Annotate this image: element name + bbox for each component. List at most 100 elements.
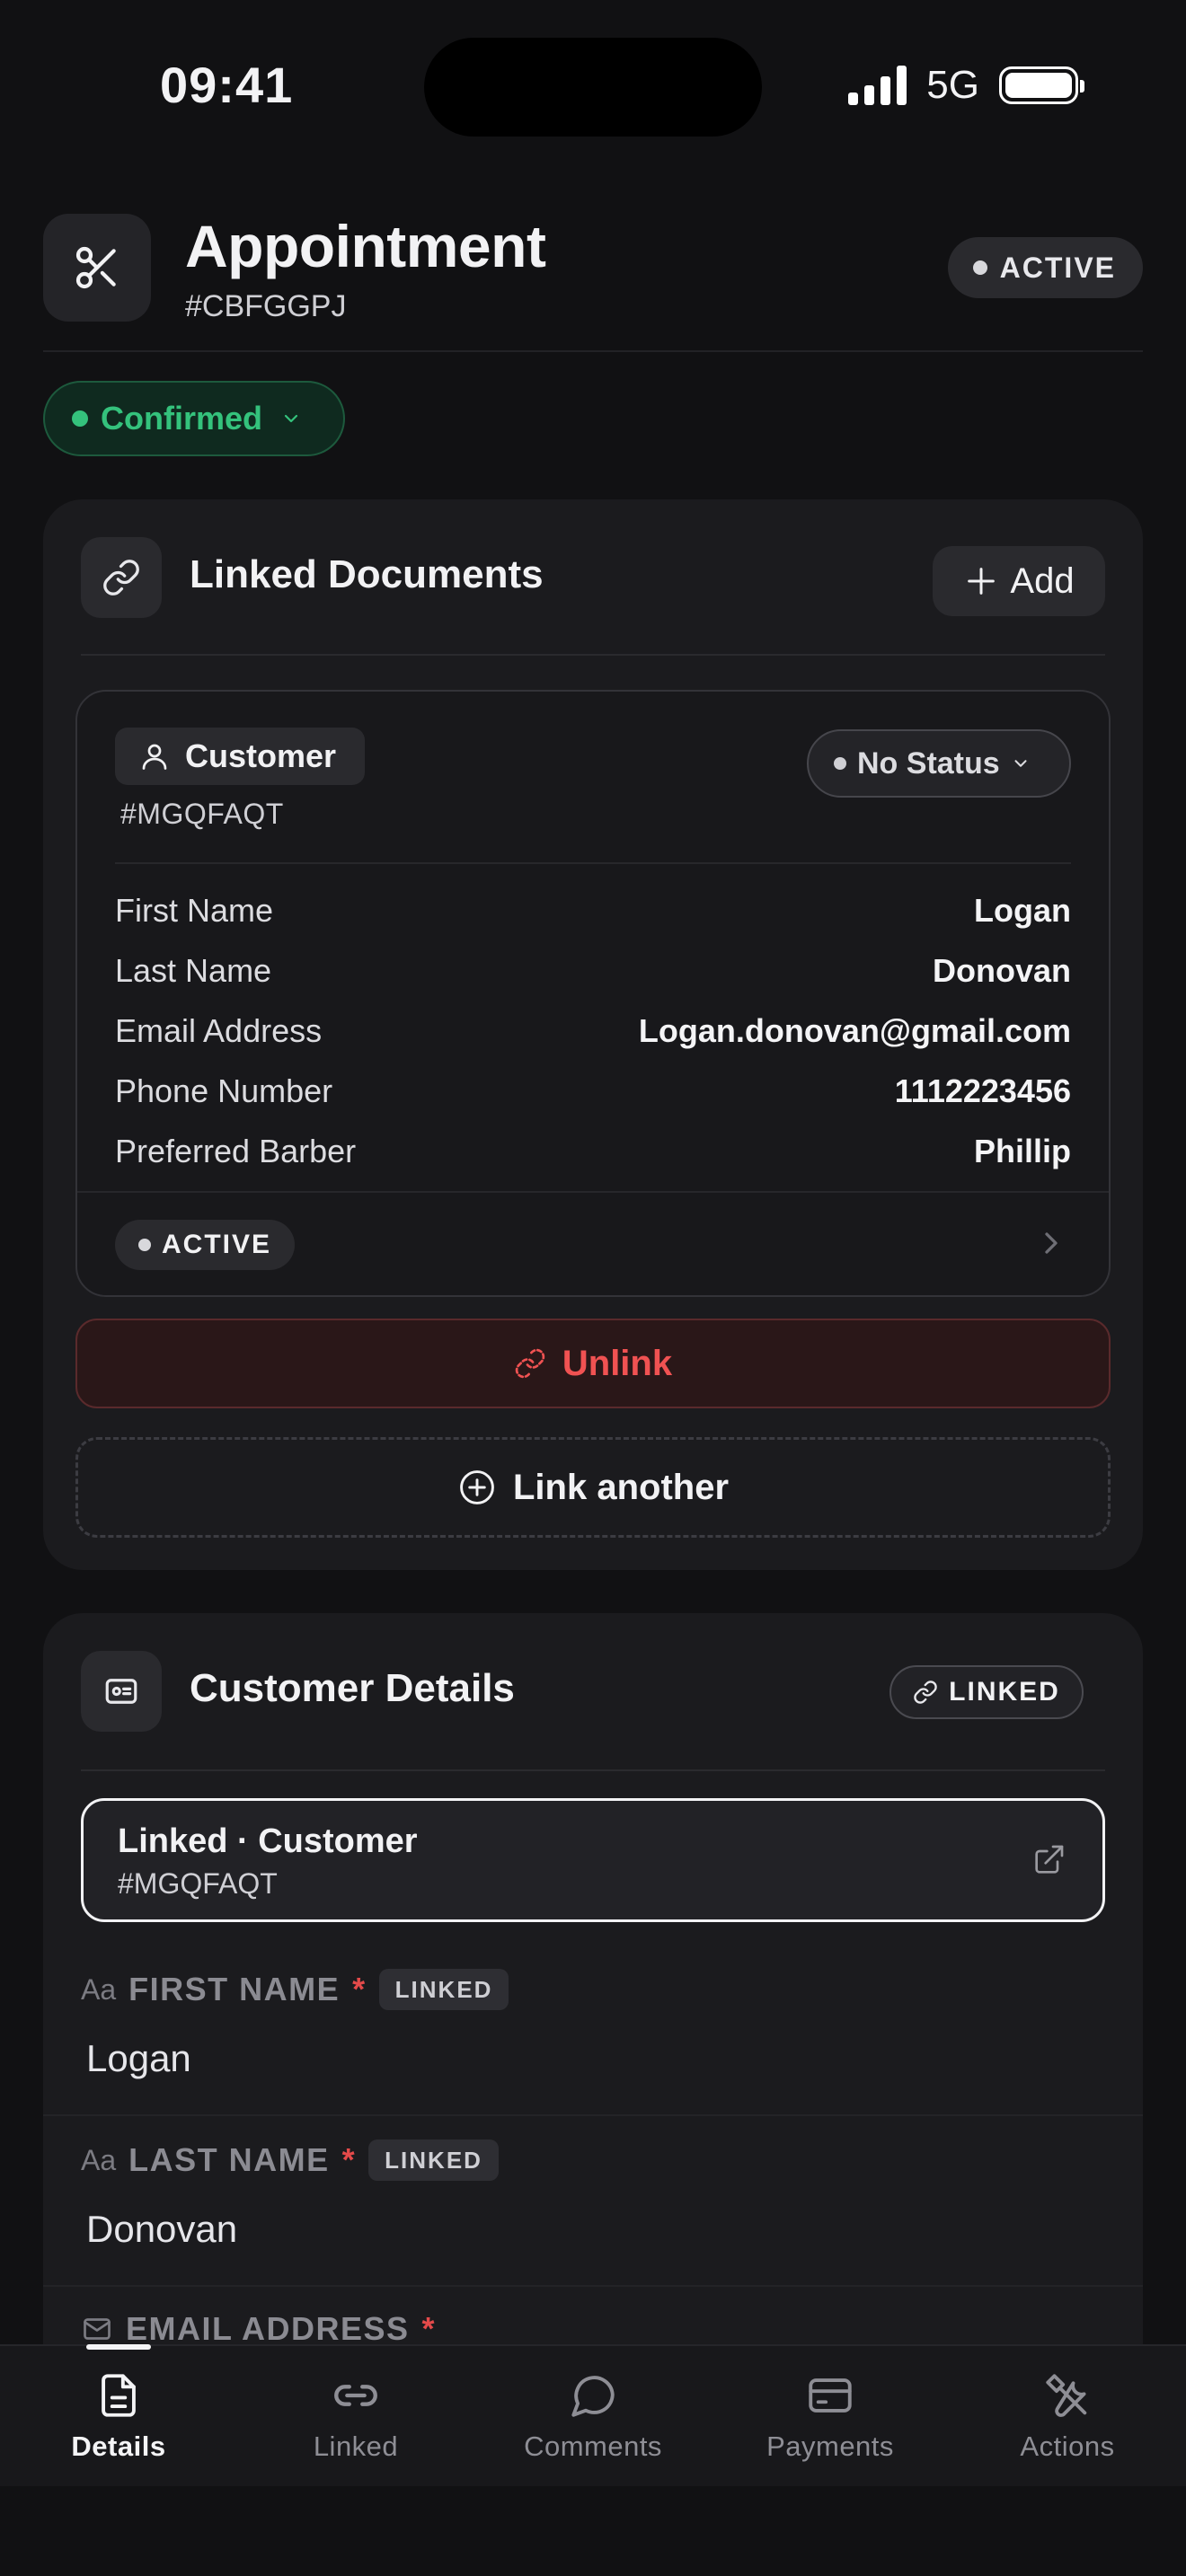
tab-details[interactable]: Details [0,2344,237,2488]
signal-icon [848,66,907,105]
mail-icon [84,2318,111,2340]
tab-label: Payments [766,2430,894,2462]
active-tab-indicator [86,2344,151,2350]
tab-label: Comments [524,2430,662,2462]
linked-customer-title: Linked · Customer [118,1822,418,1860]
document-id: #MGQFAQT [120,798,284,830]
linked-customer-id: #MGQFAQT [118,1867,278,1900]
unlink-label: Unlink [562,1343,673,1383]
status-badge: ACTIVE [947,237,1143,298]
link-icon [914,1681,937,1704]
linked-customer-link[interactable]: Linked · Customer #MGQFAQT [81,1798,1105,1922]
stage-dot [72,410,88,427]
stage-dropdown[interactable]: Confirmed [43,381,345,456]
linked-documents-title: Linked Documents [190,552,544,596]
linked-badge: LINKED [890,1665,1084,1719]
document-fields: First Name Logan Last Name Donovan Email A… [115,862,1071,1181]
chat-icon [571,2376,615,2417]
page-title: Appointment [185,213,546,279]
record-header: Appointment #CBFGGPJ ACTIVE [43,212,1143,352]
field-value: Logan.donovan@gmail.com [638,1011,1071,1049]
tab-payments[interactable]: Payments [712,2346,949,2488]
first-name-label: Aa FIRST NAME * LINKED [81,1969,509,2010]
document-status-dot [834,757,846,770]
field-label-text: EMAIL ADDRESS [126,2310,410,2347]
document-active-badge: ACTIVE [115,1220,295,1270]
linked-badge-label: LINKED [949,1677,1060,1707]
card-divider [81,1769,1105,1771]
home-indicator-area [0,2486,1186,2576]
id-card-icon [81,1651,162,1732]
stage-label: Confirmed [101,400,262,437]
card-icon [809,2378,852,2413]
linked-documents-card: Linked Documents Add Customer #MGQFAQT N… [43,499,1143,1570]
chevron-down-icon [284,414,298,423]
field-row: Preferred Barber Phillip [115,1121,1071,1181]
required-marker: * [352,1971,367,2007]
text-type-icon: Aa [81,1972,117,2006]
network-label: 5G [926,63,979,107]
document-icon [102,2374,136,2417]
add-button[interactable]: Add [933,546,1105,616]
field-label: First Name [115,891,274,929]
required-marker: * [421,2310,437,2347]
tab-label: Actions [1020,2430,1115,2462]
plus-icon [968,568,996,595]
document-footer: ACTIVE [77,1191,1109,1295]
linked-tag: LINKED [378,1969,509,2010]
record-id: #CBFGGPJ [185,289,347,323]
document-type-label: Customer [185,737,337,774]
link-icon [81,537,162,618]
field-value: Phillip [974,1132,1071,1169]
email-label: EMAIL ADDRESS * [81,2310,436,2348]
external-link-icon [1035,1845,1064,1874]
chevron-down-icon [1014,760,1027,767]
field-label-text: FIRST NAME [128,1971,341,2007]
unlink-button[interactable]: Unlink [75,1319,1111,1408]
field-row: Email Address Logan.donovan@gmail.com [115,1001,1071,1061]
document-status-dropdown[interactable]: No Status [807,729,1071,798]
field-label: Preferred Barber [115,1132,357,1169]
add-button-label: Add [1010,560,1075,601]
field-label: Phone Number [115,1072,333,1109]
customer-details-title: Customer Details [190,1666,515,1710]
tab-label: Linked [313,2430,399,2462]
tab-actions[interactable]: Actions [949,2346,1186,2488]
first-name-value[interactable]: Logan [86,2037,191,2080]
active-dot [137,1239,151,1251]
field-label: Last Name [115,951,272,989]
card-divider [81,654,1105,656]
tab-comments[interactable]: Comments [474,2346,712,2488]
tab-label: Details [71,2430,166,2462]
field-row: Phone Number 1112223456 [115,1061,1071,1121]
tab-linked[interactable]: Linked [237,2346,474,2488]
scissors-icon [43,214,151,322]
required-marker: * [341,2141,357,2178]
link-another-button[interactable]: Link another [75,1437,1111,1538]
battery-icon [999,66,1084,104]
document-status-label: No Status [857,745,1000,781]
status-time: 09:41 [160,57,294,113]
status-indicators: 5G [848,63,1084,108]
field-row: Last Name Donovan [115,940,1071,1001]
tab-bar: Details Linked Comments Payments Actions [0,2344,1186,2486]
plus-circle-icon [460,1470,494,1504]
first-name-field[interactable]: Aa FIRST NAME * LINKED Logan [43,1945,1143,2116]
field-value: 1112223456 [894,1072,1071,1109]
dynamic-island [424,38,762,137]
linked-customer-document[interactable]: Customer #MGQFAQT No Status First Name Lo… [75,690,1111,1297]
link-another-label: Link another [512,1467,730,1507]
document-active-label: ACTIVE [161,1230,271,1259]
document-type-tag: Customer [115,728,365,785]
chevron-right-icon[interactable] [1033,1225,1069,1261]
status-badge-label: ACTIVE [999,251,1116,284]
last-name-field[interactable]: Aa LAST NAME * LINKED Donovan [43,2116,1143,2287]
last-name-value[interactable]: Donovan [86,2208,237,2251]
field-label-text: LAST NAME [128,2141,330,2178]
link-icon [334,2385,377,2406]
field-row: First Name Logan [115,880,1071,940]
linked-tag: LINKED [368,2139,499,2181]
field-value: Logan [974,891,1071,929]
unlink-icon [515,1348,545,1379]
status-dot [972,260,987,275]
